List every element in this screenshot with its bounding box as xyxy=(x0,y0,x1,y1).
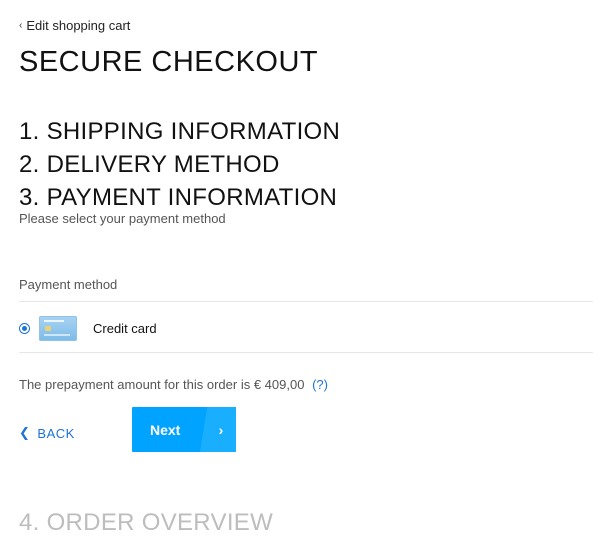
next-button[interactable]: Next › xyxy=(132,407,236,452)
step-subtitle: Please select your payment method xyxy=(19,211,226,226)
chevron-left-icon: ‹ xyxy=(19,20,23,31)
step-payment-information: 3. PAYMENT INFORMATION xyxy=(19,184,338,211)
payment-option-credit-card[interactable]: Credit card xyxy=(19,314,593,342)
checkout-page: ‹ Edit shopping cart SECURE CHECKOUT 1. … xyxy=(0,0,609,556)
prepayment-help-link[interactable]: (?) xyxy=(312,377,328,392)
payment-method-label: Payment method xyxy=(19,277,118,292)
payment-option-label: Credit card xyxy=(93,320,157,336)
next-button-label: Next xyxy=(150,421,181,438)
step-shipping-information[interactable]: 1. SHIPPING INFORMATION xyxy=(19,115,340,148)
step-order-overview: 4. ORDER OVERVIEW xyxy=(19,509,274,536)
divider xyxy=(19,301,593,302)
edit-cart-link[interactable]: ‹ Edit shopping cart xyxy=(19,18,130,33)
back-button[interactable]: ❮ BACK xyxy=(19,425,75,441)
radio-selected-dot xyxy=(22,325,27,331)
payment-radio[interactable] xyxy=(19,322,30,334)
divider xyxy=(19,352,593,353)
chevron-right-icon: › xyxy=(218,421,224,438)
page-title: SECURE CHECKOUT xyxy=(19,46,319,78)
back-button-label: BACK xyxy=(37,425,75,441)
prepayment-info: The prepayment amount for this order is … xyxy=(19,377,328,392)
next-arrow-segment: › xyxy=(200,407,236,452)
step-delivery-method[interactable]: 2. DELIVERY METHOD xyxy=(19,148,340,181)
checkout-steps: 1. SHIPPING INFORMATION 2. DELIVERY METH… xyxy=(19,115,340,214)
credit-card-icon xyxy=(39,315,77,341)
edit-cart-link-label: Edit shopping cart xyxy=(26,18,131,33)
chevron-left-icon: ❮ xyxy=(19,425,31,440)
prepayment-text: The prepayment amount for this order is … xyxy=(19,377,305,392)
